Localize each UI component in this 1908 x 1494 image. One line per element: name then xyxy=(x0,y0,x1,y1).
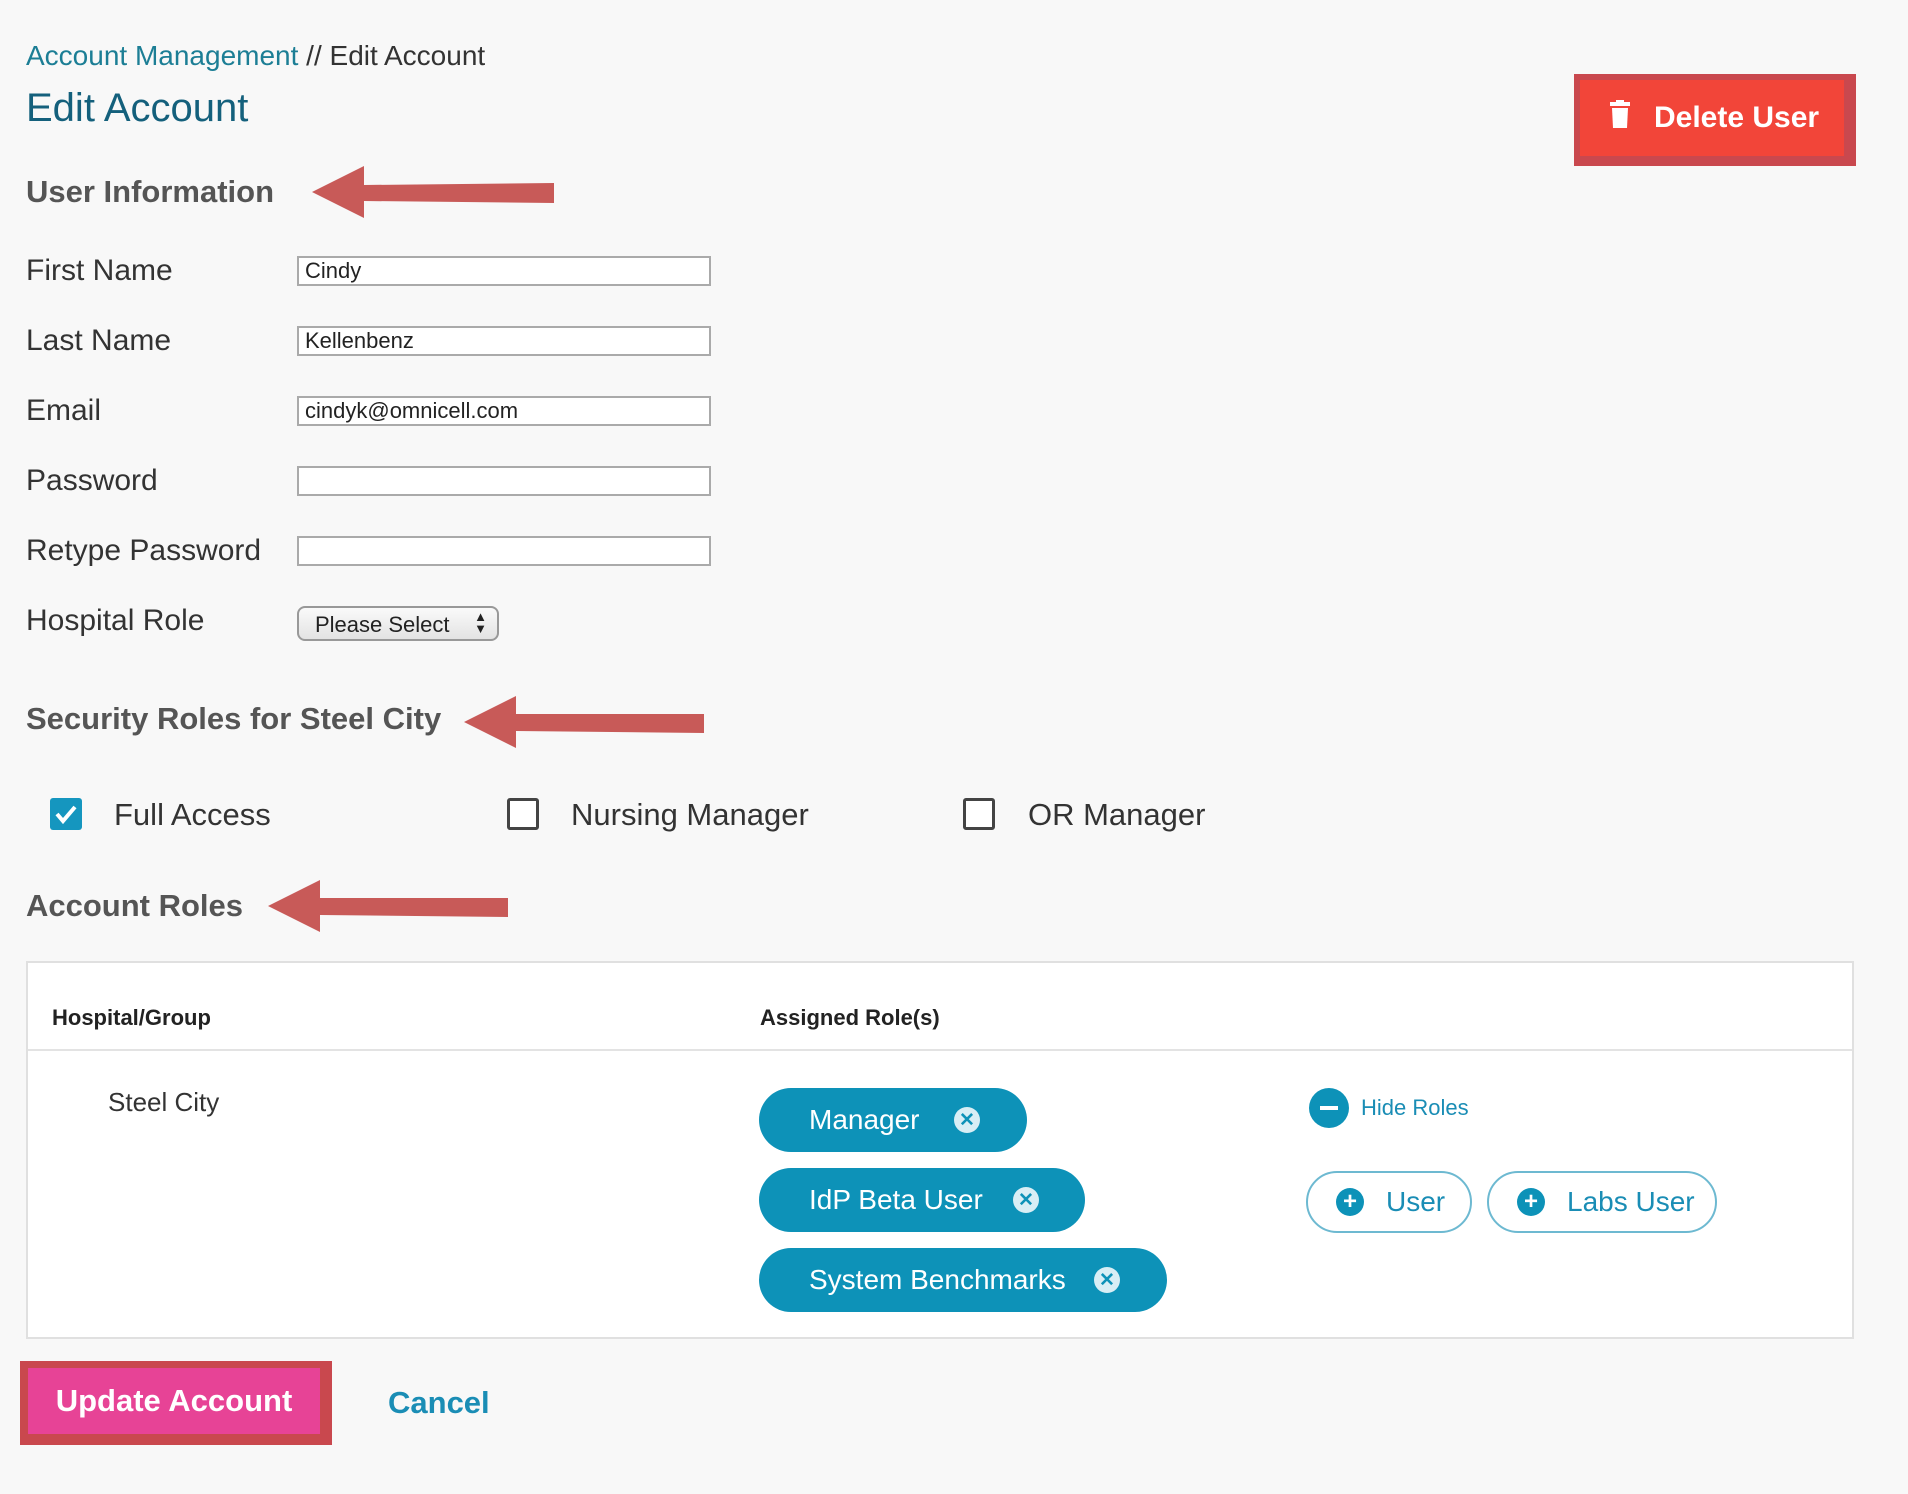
row-group-name: Steel City xyxy=(108,1087,220,1117)
assigned-role-label: Manager xyxy=(809,1104,920,1135)
delete-button-highlight: Delete User xyxy=(1574,74,1856,166)
delete-user-label: Delete User xyxy=(1654,101,1820,134)
last-name-input[interactable] xyxy=(297,326,711,356)
remove-role-icon[interactable]: ✕ xyxy=(1094,1267,1120,1293)
remove-role-icon[interactable]: ✕ xyxy=(954,1107,980,1133)
delete-user-button[interactable]: Delete User xyxy=(1580,80,1844,156)
cancel-link[interactable]: Cancel xyxy=(388,1385,490,1421)
password-label: Password xyxy=(26,464,158,497)
assigned-role-pill[interactable]: System Benchmarks ✕ xyxy=(759,1248,1167,1312)
last-name-label: Last Name xyxy=(26,324,172,357)
table-divider xyxy=(28,1049,1852,1051)
minus-circle-icon xyxy=(1309,1088,1349,1128)
or-manager-label: OR Manager xyxy=(1028,797,1206,832)
email-input[interactable] xyxy=(297,396,711,426)
hide-roles-toggle[interactable]: Hide Roles xyxy=(1309,1088,1469,1128)
assigned-role-label: IdP Beta User xyxy=(809,1184,983,1215)
email-label: Email xyxy=(26,394,102,427)
update-account-button[interactable]: Update Account xyxy=(28,1368,320,1434)
retype-password-label: Retype Password xyxy=(26,534,262,567)
select-arrows-icon: ▲ ▼ xyxy=(474,609,487,636)
user-information-heading: User Information xyxy=(26,174,275,209)
update-button-highlight: Update Account xyxy=(20,1361,332,1445)
account-roles-heading: Account Roles xyxy=(26,888,244,923)
hide-roles-label: Hide Roles xyxy=(1361,1095,1469,1120)
trash-icon xyxy=(1610,100,1630,136)
plus-circle-icon: + xyxy=(1517,1188,1545,1216)
assigned-role-pill[interactable]: IdP Beta User ✕ xyxy=(759,1168,1085,1232)
add-role-labs-user-button[interactable]: + Labs User xyxy=(1487,1171,1717,1233)
breadcrumb-separator: // xyxy=(306,40,322,71)
first-name-input[interactable] xyxy=(297,256,711,286)
available-role-label: Labs User xyxy=(1567,1186,1695,1217)
full-access-checkbox[interactable] xyxy=(50,798,82,830)
hospital-role-value: Please Select xyxy=(315,612,450,637)
plus-circle-icon: + xyxy=(1336,1188,1364,1216)
breadcrumb-link[interactable]: Account Management xyxy=(26,40,298,71)
full-access-label: Full Access xyxy=(114,797,271,832)
column-header-assigned-roles: Assigned Role(s) xyxy=(760,1005,940,1030)
annotation-arrow xyxy=(312,166,554,218)
security-roles-heading: Security Roles for Steel City xyxy=(26,701,442,736)
password-input[interactable] xyxy=(297,466,711,496)
page-title: Edit Account xyxy=(26,86,249,130)
annotation-arrow xyxy=(268,880,508,932)
nursing-manager-label: Nursing Manager xyxy=(571,797,809,832)
nursing-manager-checkbox[interactable] xyxy=(507,798,539,830)
annotation-arrow xyxy=(464,696,704,748)
hospital-role-label: Hospital Role xyxy=(26,604,205,637)
add-role-user-button[interactable]: + User xyxy=(1306,1171,1472,1233)
column-header-hospital-group: Hospital/Group xyxy=(52,1005,211,1030)
first-name-label: First Name xyxy=(26,254,173,287)
breadcrumb-current: Edit Account xyxy=(329,40,486,71)
remove-role-icon[interactable]: ✕ xyxy=(1013,1187,1039,1213)
or-manager-checkbox[interactable] xyxy=(963,798,995,830)
breadcrumb: Account Management // Edit Account xyxy=(26,40,485,72)
assigned-role-label: System Benchmarks xyxy=(809,1264,1066,1295)
account-roles-table: Hospital/Group Assigned Role(s) Steel Ci… xyxy=(26,961,1854,1339)
available-role-label: User xyxy=(1386,1186,1446,1217)
checkmark-icon xyxy=(55,805,77,825)
assigned-role-pill[interactable]: Manager ✕ xyxy=(759,1088,1027,1152)
hospital-role-select[interactable]: Please Select ▲ ▼ xyxy=(297,606,499,641)
retype-password-input[interactable] xyxy=(297,536,711,566)
